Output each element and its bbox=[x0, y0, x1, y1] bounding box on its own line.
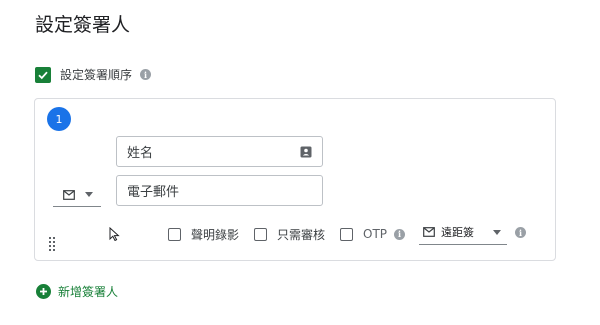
otp-checkbox[interactable] bbox=[340, 227, 354, 241]
name-field[interactable]: 姓名 bbox=[116, 136, 323, 167]
record-video-checkbox[interactable] bbox=[168, 227, 181, 241]
signing-order-label: 設定簽署順序 bbox=[60, 68, 133, 82]
signing-order-row[interactable]: 設定簽署順序 i bbox=[35, 66, 152, 83]
review-only-option[interactable]: 只需審核 bbox=[254, 226, 325, 243]
info-icon[interactable]: i bbox=[394, 228, 406, 240]
signing-order-checkbox[interactable] bbox=[35, 66, 51, 83]
add-signer-button[interactable]: 新增簽署人 bbox=[36, 283, 118, 300]
signer-card: 1 姓名 電子郵件 聲明錄影 只需審核 OTP i 遠距簽 i bbox=[34, 98, 556, 261]
chevron-down-icon bbox=[493, 229, 501, 235]
delivery-method-select[interactable] bbox=[53, 183, 101, 207]
record-video-label: 聲明錄影 bbox=[191, 227, 240, 242]
mail-icon bbox=[423, 227, 435, 237]
otp-option[interactable]: OTP i bbox=[340, 227, 406, 241]
chevron-down-icon bbox=[85, 192, 93, 197]
contact-card-icon[interactable] bbox=[300, 146, 312, 158]
review-only-label: 只需審核 bbox=[277, 227, 326, 242]
add-signer-label: 新增簽署人 bbox=[58, 285, 119, 299]
info-icon[interactable]: i bbox=[515, 227, 526, 238]
plus-icon bbox=[36, 284, 51, 299]
page-title: 設定簽署人 bbox=[35, 14, 131, 36]
name-placeholder: 姓名 bbox=[127, 146, 154, 161]
info-icon[interactable]: i bbox=[140, 69, 152, 80]
email-field[interactable]: 電子郵件 bbox=[116, 175, 323, 206]
signer-number-badge: 1 bbox=[47, 107, 71, 131]
mail-icon bbox=[63, 189, 75, 200]
mouse-cursor-icon bbox=[109, 227, 120, 241]
signer-options: 聲明錄影 只需審核 OTP i bbox=[168, 223, 406, 245]
review-only-checkbox[interactable] bbox=[254, 227, 268, 241]
sign-method-label: 遠距簽 bbox=[441, 226, 474, 239]
record-video-option[interactable]: 聲明錄影 bbox=[168, 226, 239, 243]
otp-label: OTP bbox=[363, 227, 388, 241]
drag-handle[interactable] bbox=[49, 237, 55, 251]
sign-method-select[interactable]: 遠距簽 bbox=[419, 220, 507, 245]
email-placeholder: 電子郵件 bbox=[127, 185, 180, 200]
check-icon bbox=[38, 71, 48, 79]
